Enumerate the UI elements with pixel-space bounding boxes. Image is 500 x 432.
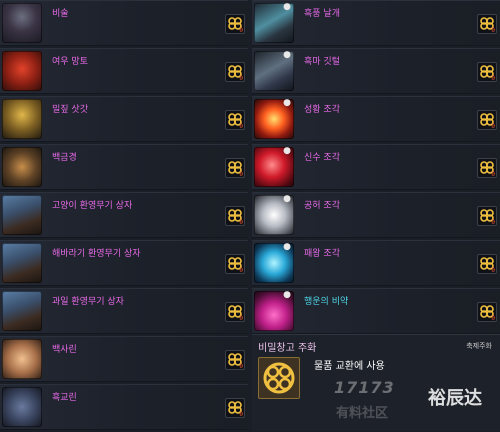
item-row[interactable]: ● 행운의 비약 0 [252,288,500,334]
left-item-column: 비술 0 여우 망토 0 밀짚 삿갓 0 백금경 0 고양이 환영무기 상자 0 해바라기 환영무기… [0,0,248,432]
weapon-chest-icon [2,291,42,331]
coin-count: 0 [239,411,243,418]
watermark-brand: 裕辰达 [428,388,482,409]
gold-knot-coin-icon[interactable]: 0 [225,14,245,34]
item-name: 해바라기 환영무기 상자 [52,249,141,259]
coin-count: 0 [239,123,243,130]
item-row[interactable]: ● 흑풍 날개 0 [252,0,500,46]
gold-knot-coin-icon[interactable]: 0 [477,254,497,274]
gold-knot-coin-icon[interactable]: 0 [225,110,245,130]
watermark-subtitle: 有料社区 [336,406,389,421]
item-row[interactable]: 백사린 0 [0,336,248,382]
item-row[interactable]: 해바라기 환영무기 상자 0 [0,240,248,286]
coin-count: 0 [491,75,495,82]
gold-knot-coin-icon[interactable]: 0 [225,206,245,226]
coin-count: 0 [239,75,243,82]
item-name: 백사린 [52,345,77,355]
weapon-chest-icon [2,243,42,283]
coin-count: 0 [491,27,495,34]
item-name: 성황 조각 [304,105,340,115]
coin-count: 0 [239,219,243,226]
item-row[interactable]: 고양이 환영무기 상자 0 [0,192,248,238]
item-row[interactable]: 밀짚 삿갓 0 [0,96,248,142]
coin-count: 0 [239,267,243,274]
item-row[interactable]: ● 신수 조각 0 [252,144,500,190]
tooltip-description: 물품 교환에 사용 [314,361,385,372]
coin-count: 0 [491,123,495,130]
item-name: 비술 [52,9,69,19]
item-row[interactable]: 흑교린 0 [0,384,248,430]
item-name: 행운의 비약 [304,297,349,307]
gold-knot-coin-icon[interactable]: 0 [225,62,245,82]
item-name: 여우 망토 [52,57,88,67]
gold-knot-coin-icon[interactable]: 0 [477,110,497,130]
user-lock-icon: ● [283,146,291,156]
ninja-costume-icon [2,3,42,43]
gold-knot-coin-icon[interactable]: 0 [477,158,497,178]
item-name: 밀짚 삿갓 [52,105,88,115]
gold-knot-coin-icon [258,357,300,399]
item-name: 패왕 조각 [304,249,340,259]
item-row[interactable]: ● 흑마 깃털 0 [252,48,500,94]
item-row[interactable]: 비술 0 [0,0,248,46]
item-row[interactable]: ● 성황 조각 0 [252,96,500,142]
weapon-chest-icon [2,195,42,235]
gold-knot-coin-icon[interactable]: 0 [477,302,497,322]
user-lock-icon: ● [283,2,291,12]
coin-count: 0 [239,315,243,322]
item-name: 신수 조각 [304,153,340,163]
gold-knot-coin-icon[interactable]: 0 [477,14,497,34]
fox-cape-icon [2,51,42,91]
gold-knot-coin-icon[interactable]: 0 [477,62,497,82]
white-scale-icon [2,339,42,379]
item-name: 흑풍 날개 [304,9,340,19]
item-row[interactable]: ● 패왕 조각 0 [252,240,500,286]
right-item-column: ● 흑풍 날개 0 ● 흑마 깃털 0 ● 성황 조각 0 ● 신수 조각 0 ● 공허 조각 0 ● 패왕 조… [252,0,500,336]
gold-knot-coin-icon[interactable]: 0 [225,398,245,418]
user-lock-icon: ● [283,98,291,108]
coin-count: 0 [491,267,495,274]
gold-knot-coin-icon[interactable]: 0 [477,206,497,226]
coin-count: 0 [239,171,243,178]
user-lock-icon: ● [283,290,291,300]
item-name: 고양이 환영무기 상자 [52,201,133,211]
item-name: 백금경 [52,153,77,163]
black-scale-icon [2,387,42,427]
tooltip-category: 축제주화 [466,342,492,350]
user-lock-icon: ● [283,194,291,204]
gold-knot-coin-icon[interactable]: 0 [225,158,245,178]
item-row[interactable]: ● 공허 조각 0 [252,192,500,238]
gold-knot-coin-icon[interactable]: 0 [225,254,245,274]
goggles-icon [2,147,42,187]
item-name: 공허 조각 [304,201,340,211]
item-row[interactable]: 백금경 0 [0,144,248,190]
item-row[interactable]: 과일 환영무기 상자 0 [0,288,248,334]
coin-count: 0 [239,27,243,34]
coin-count: 0 [491,219,495,226]
user-lock-icon: ● [283,50,291,60]
gold-knot-coin-icon[interactable]: 0 [225,350,245,370]
straw-hat-icon [2,99,42,139]
coin-count: 0 [491,315,495,322]
item-name: 과일 환영무기 상자 [52,297,124,307]
user-lock-icon: ● [283,242,291,252]
coin-count: 0 [239,363,243,370]
item-name: 흑마 깃털 [304,57,340,67]
coin-count: 0 [491,171,495,178]
gold-knot-coin-icon[interactable]: 0 [225,302,245,322]
tooltip-title: 비밀창고 주화 [258,343,317,354]
item-row[interactable]: 여우 망토 0 [0,48,248,94]
item-name: 흑교린 [52,393,77,403]
watermark-logo: 17173 [334,378,395,397]
